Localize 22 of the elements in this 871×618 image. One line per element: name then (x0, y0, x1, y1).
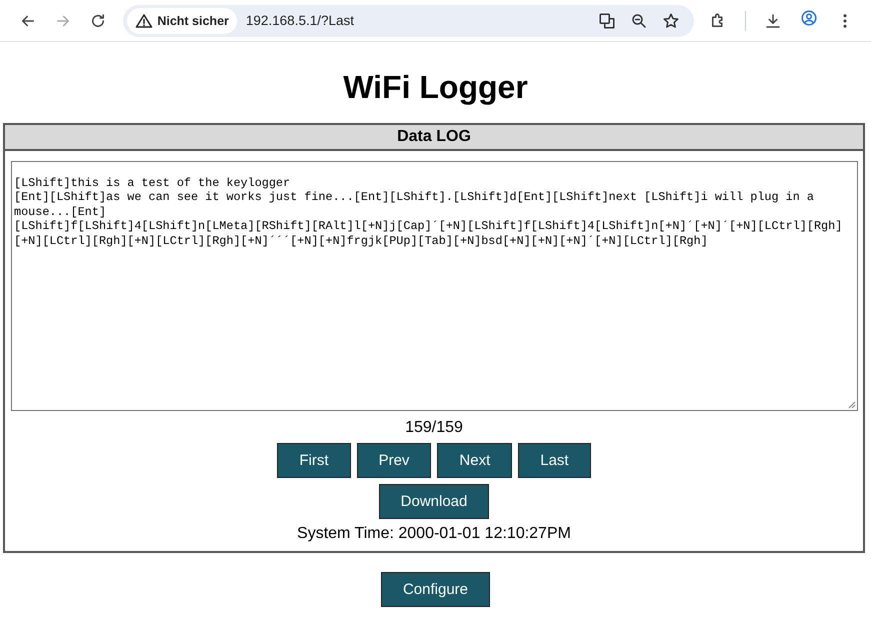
url-text[interactable]: 192.168.5.1/?Last (246, 13, 598, 28)
star-icon[interactable] (662, 12, 680, 30)
log-textarea[interactable]: [LShift]this is a test of the keylogger [Ent][LShift]as we can see it works just fine...[Ent][LShift].[LShift]d[Ent][LShift]next [LShift]i will plug in a mouse...[Ent] [LShift]f[LShift]4[LShift]n[LMeta][RShift][RAlt]l[+N]j[Cap]´[+N][LShift]f[LShift]4[LShift]n[+N]´[+N]´[+N][LCtrl][Rgh][+N][LCtrl][Rgh][+N][LCtrl][Rgh][+N]´´´[+N][+N]frgjk[PUp][Tab][+N]bsd[+N][+N][+N]´[+N][LCtrl][Rgh] (11, 161, 858, 411)
configure-button[interactable]: Configure (380, 572, 490, 607)
security-chip[interactable]: Nicht sicher (127, 8, 237, 34)
record-counter: 159/159 (405, 419, 463, 437)
address-bar[interactable]: Nicht sicher 192.168.5.1/?Last (123, 4, 694, 36)
nav-button[interactable]: First (277, 443, 351, 478)
translate-icon[interactable] (598, 12, 616, 30)
nav-button[interactable]: Prev (356, 443, 432, 478)
download-button[interactable]: Download (378, 484, 490, 519)
zoom-icon[interactable] (630, 12, 648, 30)
download-icon[interactable] (764, 12, 782, 30)
nav-button[interactable]: Last (518, 443, 591, 478)
warning-triangle-icon (135, 12, 154, 30)
profile-icon[interactable] (800, 9, 818, 27)
security-label: Nicht sicher (157, 14, 229, 28)
resize-grip-icon[interactable] (847, 400, 856, 409)
panel-heading: Data LOG (5, 125, 863, 151)
nav-button[interactable]: Next (437, 443, 512, 478)
page-title: WiFi Logger (343, 68, 528, 107)
system-time: System Time: 2000-01-01 12:10:27PM (297, 525, 571, 543)
